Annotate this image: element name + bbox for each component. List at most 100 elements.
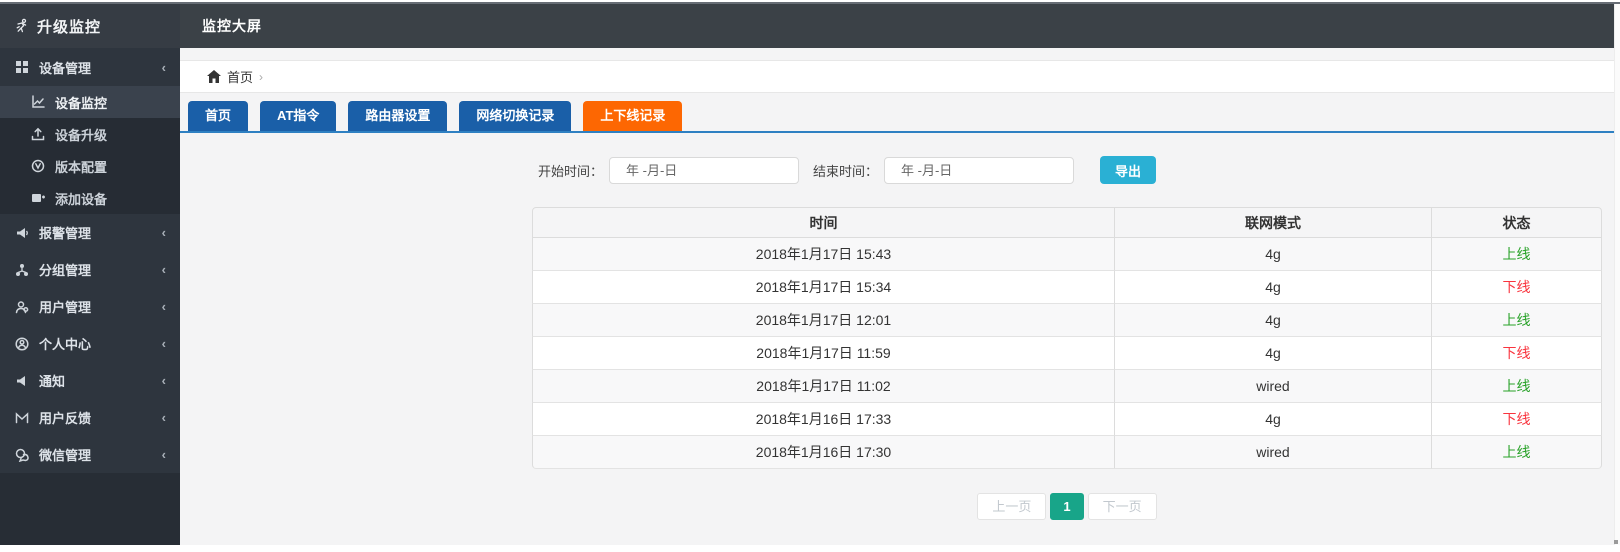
chevron-left-icon: ‹ [162, 336, 166, 351]
sidebar: 升级监控 设备管理‹设备监控设备升级版本配置添加设备报警管理‹分组管理‹用户管理… [0, 4, 180, 545]
cell-status: 下线 [1432, 271, 1602, 304]
start-time-label: 开始时间： [538, 161, 603, 180]
table-row: 2018年1月16日 17:30wired上线 [532, 436, 1602, 469]
end-time-label: 结束时间： [813, 161, 878, 180]
wechat-icon [14, 447, 30, 463]
sidebar-item-profile[interactable]: 个人中心 ‹ [0, 325, 180, 362]
cell-mode: 4g [1115, 271, 1432, 304]
cell-status: 上线 [1432, 370, 1602, 403]
sidebar-item-upgrade[interactable]: 设备升级 [0, 118, 180, 150]
sidebar-submenu: 设备监控设备升级版本配置添加设备 [0, 86, 180, 214]
sidebar-item-label: 分组管理 [39, 260, 153, 279]
cell-time: 2018年1月17日 12:01 [532, 304, 1115, 337]
add-device-icon [30, 190, 46, 206]
sidebar-item-label: 通知 [39, 371, 153, 390]
chevron-left-icon: ‹ [162, 225, 166, 240]
sidebar-item-add-device[interactable]: 添加设备 [0, 182, 180, 214]
chevron-left-icon: ‹ [162, 447, 166, 462]
cell-time: 2018年1月17日 11:59 [532, 337, 1115, 370]
cell-status: 上线 [1432, 304, 1602, 337]
tab-2[interactable]: AT指令 [260, 101, 336, 131]
scrollbar[interactable] [1614, 4, 1620, 545]
table-row: 2018年1月16日 17:334g下线 [532, 403, 1602, 436]
sidebar-item-label: 添加设备 [55, 189, 166, 208]
end-date-input[interactable] [884, 157, 1074, 184]
version-icon [30, 158, 46, 174]
users-icon [14, 299, 30, 315]
cell-mode: 4g [1115, 337, 1432, 370]
cell-mode: 4g [1115, 238, 1432, 271]
cell-time: 2018年1月17日 15:34 [532, 271, 1115, 304]
breadcrumb-separator: › [259, 70, 263, 84]
cell-mode: 4g [1115, 304, 1432, 337]
alarm-icon [14, 225, 30, 241]
chevron-left-icon: ‹ [162, 60, 166, 75]
profile-icon [14, 336, 30, 352]
top-header-bar: 监控大屏 [180, 4, 1614, 48]
table-row: 2018年1月17日 12:014g上线 [532, 304, 1602, 337]
column-header-status: 状态 [1432, 207, 1602, 238]
main-content: 首页 › 首页 AT指令路由器设置网络切换记录上下线记录 开始时间： 结束时间： … [180, 48, 1614, 545]
tab-bar: 首页 AT指令路由器设置网络切换记录上下线记录 [188, 101, 1614, 131]
table-row: 2018年1月17日 15:344g下线 [532, 271, 1602, 304]
sidebar-item-label: 设备监控 [55, 93, 166, 112]
filter-bar: 开始时间： 结束时间： 导出 [538, 156, 1614, 184]
topbar-title: 监控大屏 [202, 16, 262, 36]
sidebar-item-label: 用户反馈 [39, 408, 153, 427]
cell-status: 下线 [1432, 403, 1602, 436]
sidebar-item-version[interactable]: 版本配置 [0, 150, 180, 182]
tab-1[interactable]: 首页 [188, 101, 248, 131]
column-header-time: 时间 [532, 207, 1115, 238]
cell-mode: wired [1115, 370, 1432, 403]
sidebar-item-users[interactable]: 用户管理‹ [0, 288, 180, 325]
chevron-left-icon: ‹ [162, 262, 166, 277]
running-person-icon [14, 18, 30, 34]
tab-3[interactable]: 路由器设置 [348, 101, 447, 131]
sidebar-item-group[interactable]: 分组管理 ‹ [0, 251, 180, 288]
chevron-left-icon: ‹ [162, 373, 166, 388]
table-row: 2018年1月17日 11:02wired上线 [532, 370, 1602, 403]
cell-status: 上线 [1432, 436, 1602, 469]
export-button[interactable]: 导出 [1100, 156, 1156, 184]
records-table-body: 2018年1月17日 15:434g上线2018年1月17日 15:344g下线… [532, 238, 1602, 469]
current-page-button[interactable]: 1 [1050, 493, 1083, 520]
home-icon [206, 69, 222, 85]
cell-time: 2018年1月17日 11:02 [532, 370, 1115, 403]
sidebar-item-wechat[interactable]: 微信管理 ‹ [0, 436, 180, 473]
upgrade-icon [30, 126, 46, 142]
sidebar-item-label: 微信管理 [39, 445, 153, 464]
sidebar-item-feedback[interactable]: 用户反馈‹ [0, 399, 180, 436]
breadcrumb-home-link[interactable]: 首页 [206, 67, 253, 86]
records-table-head: 时间 联网模式 状态 [532, 207, 1602, 238]
feedback-icon [14, 410, 30, 426]
cell-status: 上线 [1432, 238, 1602, 271]
cell-time: 2018年1月16日 17:30 [532, 436, 1115, 469]
chart-icon [30, 94, 46, 110]
app-logo-text: 升级监控 [37, 16, 101, 37]
cell-mode: wired [1115, 436, 1432, 469]
tab-5-active[interactable]: 上下线记录 [583, 101, 682, 131]
sidebar-item-alarm[interactable]: 报警管理 ‹ [0, 214, 180, 251]
app-logo[interactable]: 升级监控 [0, 4, 180, 48]
cell-time: 2018年1月16日 17:33 [532, 403, 1115, 436]
sidebar-item-label: 设备管理 [39, 58, 153, 77]
tab-4[interactable]: 网络切换记录 [459, 101, 571, 131]
sidebar-item-chart[interactable]: 设备监控 [0, 86, 180, 118]
breadcrumb-home-label: 首页 [227, 67, 253, 86]
chevron-left-icon: ‹ [162, 299, 166, 314]
start-date-input[interactable] [609, 157, 799, 184]
group-icon [14, 262, 30, 278]
cell-time: 2018年1月17日 15:43 [532, 238, 1115, 271]
cell-status: 下线 [1432, 337, 1602, 370]
sidebar-item-notice[interactable]: 通知 ‹ [0, 362, 180, 399]
prev-page-button[interactable]: 上一页 [977, 493, 1046, 520]
sidebar-item-label: 个人中心 [39, 334, 153, 353]
pagination: 上一页 1 下一页 [532, 493, 1602, 520]
sidebar-item-label: 报警管理 [39, 223, 153, 242]
next-page-button[interactable]: 下一页 [1088, 493, 1157, 520]
tab-underline [180, 131, 1614, 133]
grid-icon [14, 59, 30, 75]
sidebar-item-label: 版本配置 [55, 157, 166, 176]
sidebar-item-grid[interactable]: 设备管理 ‹ [0, 48, 180, 86]
sidebar-item-label: 设备升级 [55, 125, 166, 144]
